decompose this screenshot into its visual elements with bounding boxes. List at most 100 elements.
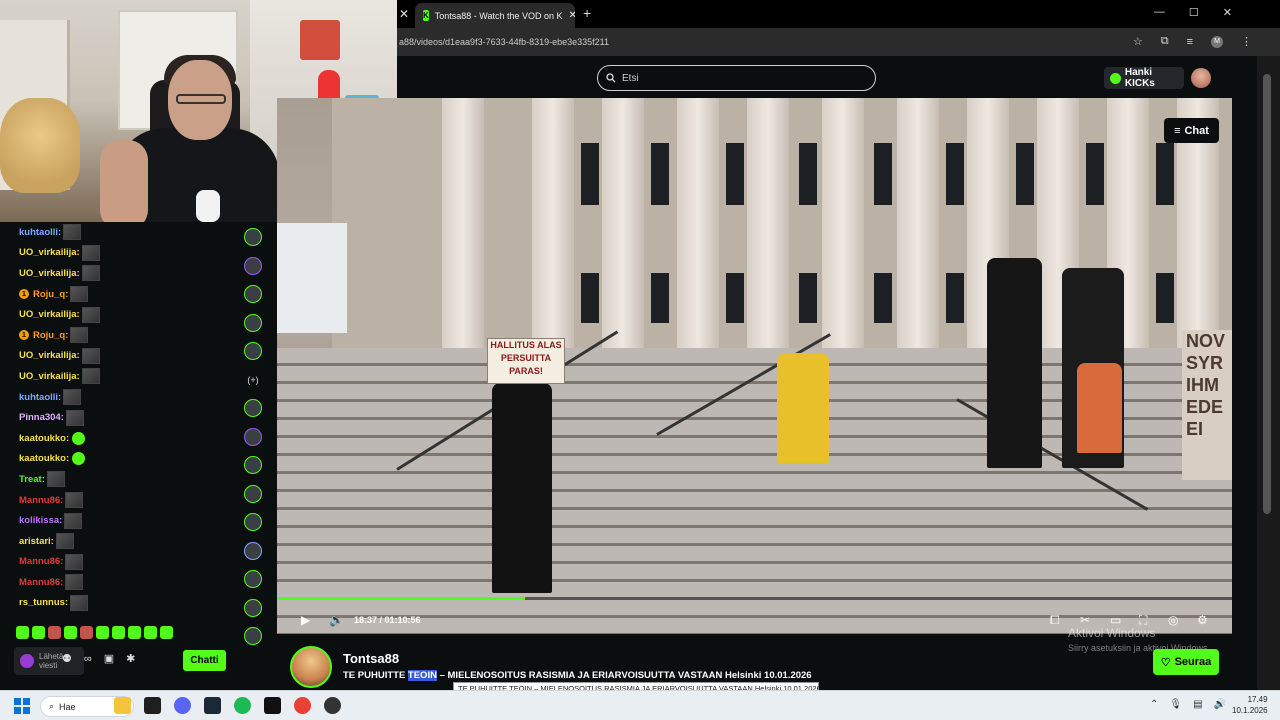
menu-kebab-icon[interactable]: ⋮ xyxy=(1241,35,1252,48)
page-scrollbar[interactable] xyxy=(1257,56,1280,690)
play-icon[interactable]: ▶ xyxy=(301,613,310,627)
chat-message: Treat: xyxy=(0,469,233,490)
chat-toggle-button[interactable]: ≡ Chat xyxy=(1164,118,1219,143)
chat-message: kaatoukko: xyxy=(0,449,233,470)
network-icon[interactable]: ▤ xyxy=(1193,699,1202,710)
maximize-icon[interactable]: ☐ xyxy=(1189,6,1199,19)
list-icon: ≡ xyxy=(1174,124,1181,137)
chat-username[interactable]: kolikissa: xyxy=(19,515,62,526)
capcut-icon[interactable] xyxy=(144,697,161,714)
chat-username[interactable]: UO_virkailija: xyxy=(19,309,80,320)
address-bar: a88/videos/d1eaa9f3-7633-44fb-8319-ebe3e… xyxy=(397,28,1280,56)
get-kicks-label: Hanki KICKs xyxy=(1124,67,1155,89)
streamer-avatar[interactable] xyxy=(290,646,332,688)
minimize-icon[interactable]: — xyxy=(1154,6,1165,19)
windows-taskbar: ⌕ Hae ⌃ 🎙 ▤ 🔊 17.49 10.1.2026 xyxy=(0,690,1280,720)
chat-username[interactable]: UO_virkailija: xyxy=(19,371,80,382)
rockstar-icon[interactable] xyxy=(264,697,281,714)
clip-icon[interactable]: ✂ xyxy=(1080,613,1090,627)
chat-send-button[interactable]: Chatti xyxy=(183,650,226,671)
chat-username[interactable]: UO_virkailija: xyxy=(19,268,80,279)
taskbar-apps xyxy=(114,697,341,714)
profile-avatar[interactable]: M xyxy=(1211,35,1223,48)
chat-username[interactable]: Treat: xyxy=(19,474,45,485)
chat-username[interactable]: kuhtaolli: xyxy=(19,227,61,238)
chevron-up-icon[interactable]: ⌃ xyxy=(1150,699,1158,710)
chat-username[interactable]: Mannu86: xyxy=(19,495,63,506)
steam-icon[interactable] xyxy=(204,697,221,714)
follow-button[interactable]: ♡ Seuraa xyxy=(1153,649,1219,675)
settings-gear-icon[interactable]: ⚙ xyxy=(1197,613,1208,627)
subscriber-badge-icon: 1 xyxy=(19,289,29,300)
emote-icon xyxy=(63,224,82,241)
chat-username[interactable]: Roju_q: xyxy=(33,330,68,341)
microphone-icon[interactable]: 🎙 xyxy=(1169,699,1182,710)
extensions-icon[interactable]: ⧉ xyxy=(1161,35,1169,48)
emote-icon xyxy=(65,492,84,509)
speaker-icon[interactable]: 🔊 xyxy=(1214,699,1226,710)
video-player[interactable]: HALLITUS ALAS PERSUITTA PARAS! NOV SYR IHM… xyxy=(277,98,1232,634)
discord-icon[interactable] xyxy=(174,697,191,714)
taskbar-search-label: Hae xyxy=(59,701,76,712)
user-avatar[interactable] xyxy=(1191,68,1211,88)
tab-strip: ✕ K Tontsa88 - Watch the VOD on K ✕ + — … xyxy=(397,0,1280,28)
infinity-icon[interactable]: ∞ xyxy=(84,653,92,665)
theater-mode-icon[interactable]: ▭ xyxy=(1110,613,1121,627)
system-tray: ⌃ 🎙 ▤ 🔊 xyxy=(1150,699,1226,710)
chat-username[interactable]: Roju_q: xyxy=(33,289,68,300)
volume-icon[interactable]: 🔈 xyxy=(329,613,344,627)
emote-icon xyxy=(55,533,74,550)
chat-message-list[interactable]: kuhtaolli: UO_virkailija: UO_virkailija: 1 R… xyxy=(0,222,233,613)
chat-username[interactable]: UO_virkailija: xyxy=(19,350,80,361)
file-explorer-icon[interactable] xyxy=(114,697,131,714)
media-controls-icon[interactable]: ≡ xyxy=(1187,36,1193,48)
streamer-name[interactable]: Tontsa88 xyxy=(343,651,399,666)
emote-icon xyxy=(81,347,100,364)
search-input[interactable]: Etsi xyxy=(597,65,876,91)
user-avatar-small xyxy=(20,654,34,668)
browser-tab[interactable]: K Tontsa88 - Watch the VOD on K ✕ xyxy=(415,3,575,28)
chat-username[interactable]: kaatoukko: xyxy=(19,433,69,444)
taskbar-clock[interactable]: 17.49 10.1.2026 xyxy=(1232,694,1268,716)
browser-window: ✕ K Tontsa88 - Watch the VOD on K ✕ + — … xyxy=(277,0,1280,690)
spotify-icon[interactable] xyxy=(234,697,251,714)
chat-message: UO_virkailija: xyxy=(0,243,233,264)
new-tab-icon[interactable]: + xyxy=(583,5,591,21)
window-close-icon[interactable]: ✕ xyxy=(1223,6,1232,19)
settings-gear-icon[interactable]: ✱ xyxy=(126,652,135,665)
chrome-icon[interactable] xyxy=(294,697,311,714)
chat-message: Mannu86: xyxy=(0,490,233,511)
playback-progress-bar[interactable] xyxy=(277,597,1232,600)
chat-username[interactable]: UO_virkailija: xyxy=(19,247,80,258)
chat-username[interactable]: kuhtaolli: xyxy=(19,392,61,403)
pip-icon[interactable]: ⧠ xyxy=(1050,613,1060,628)
emote-bar[interactable] xyxy=(16,626,173,640)
gift-icon[interactable]: ▣ xyxy=(104,652,114,665)
chat-username[interactable]: kaatoukko: xyxy=(19,453,69,464)
chat-message: Mannu86: xyxy=(0,572,233,593)
close-icon[interactable]: ✕ xyxy=(399,7,409,21)
chat-username[interactable]: Mannu86: xyxy=(19,577,63,588)
chat-message: UO_virkailija: xyxy=(0,346,233,367)
chat-toggle-label: Chat xyxy=(1184,124,1209,137)
window-controls: — ☐ ✕ xyxy=(1154,6,1232,19)
get-kicks-button[interactable]: Hanki KICKs xyxy=(1104,67,1184,89)
chat-username[interactable]: rs_tunnus: xyxy=(19,597,68,608)
chat-message: UO_virkailija: xyxy=(0,366,233,387)
chat-message: 1 Roju_q: xyxy=(0,284,233,305)
followed-channel-icons[interactable]: (+) xyxy=(244,228,262,645)
obs-icon[interactable] xyxy=(324,697,341,714)
chat-username[interactable]: Pinna304: xyxy=(19,412,64,423)
emote-picker-icon[interactable]: ⚉ xyxy=(62,652,72,665)
chat-username[interactable]: Mannu86: xyxy=(19,556,63,567)
search-icon: ⌕ xyxy=(49,701,55,711)
url-field[interactable]: a88/videos/d1eaa9f3-7633-44fb-8319-ebe3e… xyxy=(399,37,609,47)
tab-close-icon[interactable]: ✕ xyxy=(569,10,575,21)
speed-icon[interactable]: ◎ xyxy=(1168,613,1178,627)
windows-start-icon[interactable] xyxy=(14,698,30,714)
emote-icon xyxy=(81,368,100,385)
emote-icon xyxy=(81,244,100,261)
chat-username[interactable]: aristari: xyxy=(19,536,54,547)
protest-sign: HALLITUS ALAS PERSUITTA PARAS! xyxy=(487,338,565,384)
bookmark-star-icon[interactable]: ☆ xyxy=(1133,35,1143,48)
